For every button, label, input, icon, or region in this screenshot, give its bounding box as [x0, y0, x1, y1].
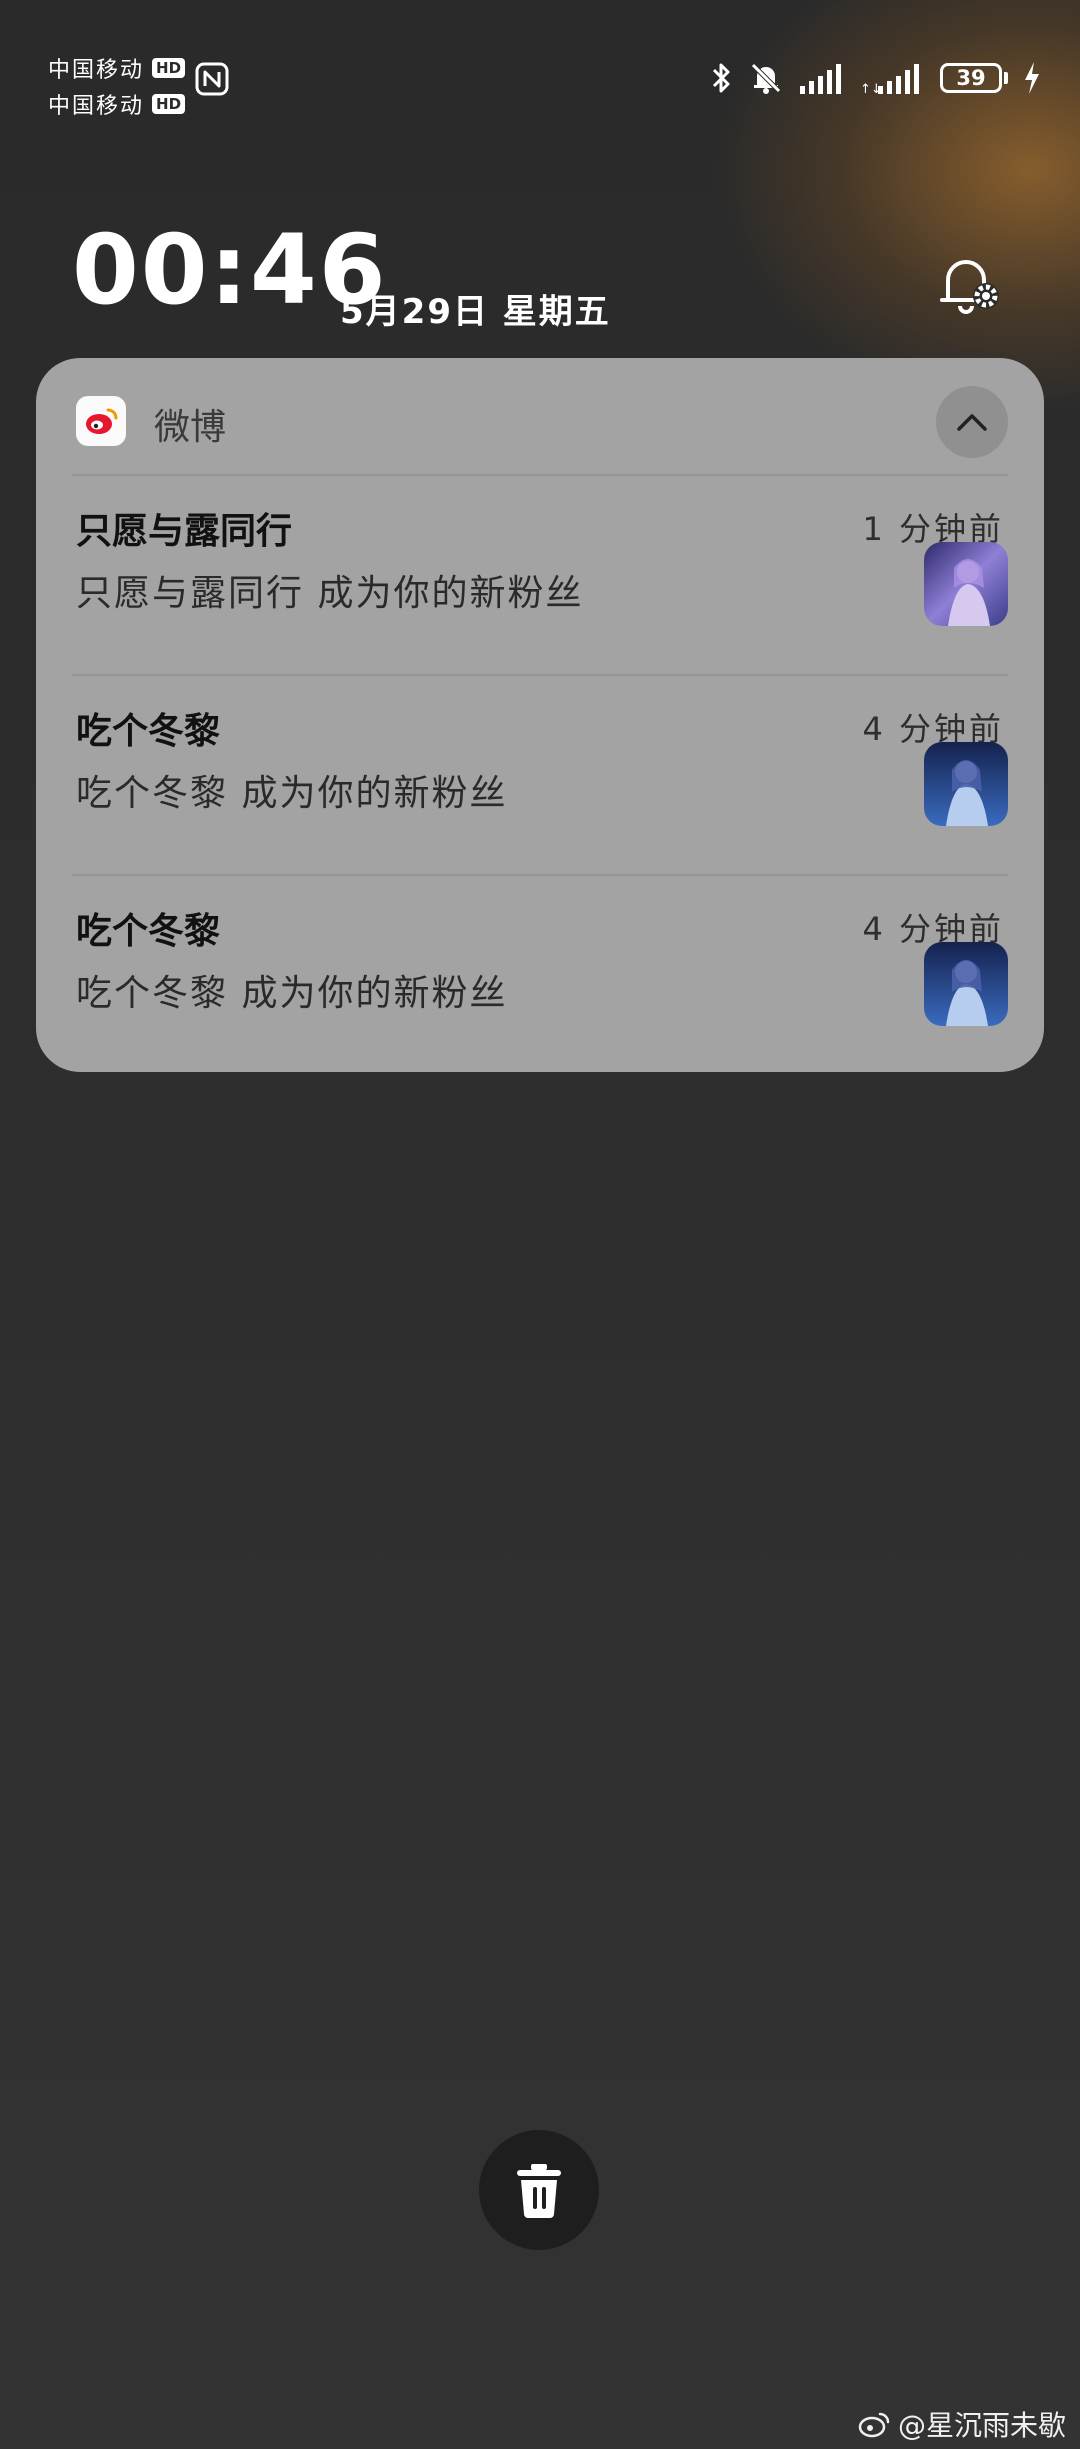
notification-item[interactable]: 吃个冬黎 4 分钟前 吃个冬黎 成为你的新粉丝 [36, 876, 1044, 1072]
chevron-up-icon [957, 414, 987, 431]
trash-icon [517, 2164, 561, 2218]
avatar [924, 742, 1008, 826]
notification-item[interactable]: 吃个冬黎 4 分钟前 吃个冬黎 成为你的新粉丝 [36, 676, 1044, 874]
notification-title: 吃个冬黎 [76, 711, 221, 752]
avatar [924, 542, 1008, 626]
charging-icon [1025, 62, 1039, 94]
status-icons: ↑↓ 39 [710, 60, 1042, 96]
battery-cap [1004, 72, 1008, 84]
notification-header: 微博 [36, 358, 1044, 474]
signal-icon: ↑↓ [860, 64, 919, 96]
notification-title: 只愿与露同行 [76, 511, 293, 552]
battery-level: 39 [940, 63, 1002, 93]
carrier-row: 中国移动 HD [48, 86, 186, 122]
carrier-info: 中国移动 HD 中国移动 HD [48, 50, 186, 122]
carrier-row: 中国移动 HD [48, 50, 186, 86]
hd-badge: HD [152, 94, 186, 114]
notification-body: 只愿与露同行 成为你的新粉丝 [76, 573, 584, 614]
hd-badge: HD [152, 58, 186, 78]
bluetooth-icon [712, 63, 730, 93]
notification-settings-icon[interactable] [934, 246, 1006, 318]
carrier-name: 中国移动 [48, 94, 145, 119]
app-name: 微博 [154, 407, 227, 448]
carrier-name: 中国移动 [48, 58, 145, 83]
bell-muted-icon [751, 63, 781, 94]
notification-card[interactable]: 微博 只愿与露同行 1 分钟前 只愿与露同行 成为你的新粉丝 吃个冬黎 4 分钟… [36, 358, 1044, 1072]
battery-icon: 39 [940, 63, 1008, 93]
notification-body: 吃个冬黎 成为你的新粉丝 [76, 773, 508, 814]
status-bar: 中国移动 HD 中国移动 HD ↑↓ 39 [0, 0, 1080, 150]
lockscreen-date: 5月29日 星期五 [340, 292, 611, 332]
nfc-icon [195, 62, 229, 96]
notification-title: 吃个冬黎 [76, 911, 221, 952]
weibo-app-icon [76, 396, 126, 446]
weibo-logo-icon [858, 2412, 890, 2438]
clear-notifications-button[interactable] [479, 2130, 599, 2250]
avatar [924, 942, 1008, 1026]
notification-item[interactable]: 只愿与露同行 1 分钟前 只愿与露同行 成为你的新粉丝 [36, 476, 1044, 674]
watermark: @星沉雨未歇 [858, 2404, 1066, 2444]
watermark-text: @星沉雨未歇 [897, 2409, 1066, 2442]
signal-icon [800, 64, 841, 94]
weibo-logo-icon [86, 408, 118, 434]
notification-body: 吃个冬黎 成为你的新粉丝 [76, 973, 508, 1014]
collapse-button[interactable] [936, 386, 1008, 458]
